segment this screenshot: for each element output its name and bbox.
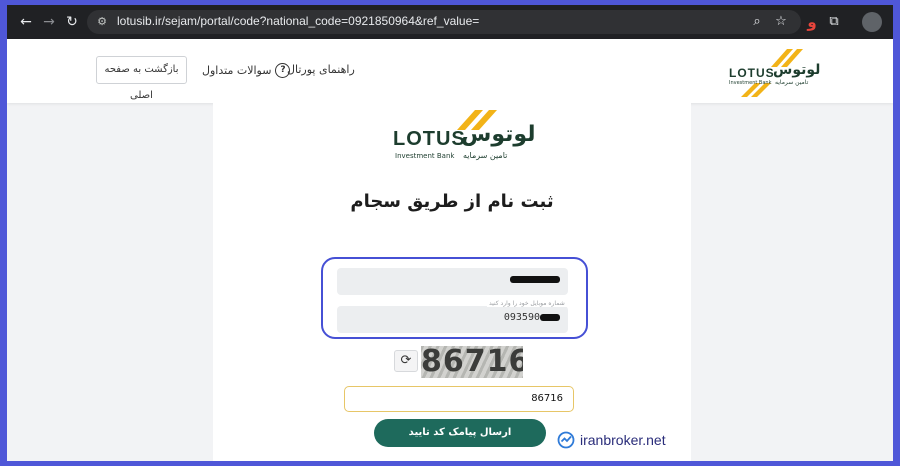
send-sms-button[interactable]: ارسال پیامک کد تایید: [374, 419, 546, 447]
back-arrow-icon[interactable]: ←: [17, 13, 35, 31]
registration-card: LOTUS لوتوس Investment Bank تامین سرمایه…: [213, 103, 691, 461]
site-settings-icon[interactable]: ⚙: [95, 15, 109, 29]
trend-check-icon: [557, 431, 575, 449]
mobile-value: 093590: [504, 312, 560, 323]
watermark-text: iranbroker.net: [580, 432, 666, 448]
profile-icon[interactable]: [862, 12, 882, 32]
faq-link[interactable]: سوالات متداول ?: [202, 61, 291, 79]
card-logo: LOTUS لوتوس Investment Bank تامین سرمایه: [393, 108, 535, 166]
captcha-input[interactable]: 86716: [344, 386, 574, 412]
logo-sub-fa: تامین سرمایه: [775, 79, 809, 86]
logo-farsi: لوتوس: [773, 62, 821, 78]
masked-value: [540, 313, 560, 321]
national-code-field[interactable]: [337, 268, 568, 295]
portal-guide-link[interactable]: راهنمای پورتال: [287, 63, 355, 76]
url-text[interactable]: lotusib.ir/sejam/portal/code?national_co…: [117, 14, 479, 28]
screenshot-frame: ← → ↻ ⚙ lotusib.ir/sejam/portal/code?nat…: [7, 5, 893, 461]
header-logo[interactable]: LOTUS لوتوس Investment Bank تامین سرمایه: [729, 45, 820, 97]
mobile-placeholder: شماره موبایل خود را وارد کنید: [487, 300, 567, 307]
puzzle-icon[interactable]: ⧉: [825, 13, 843, 31]
star-icon[interactable]: ☆: [773, 14, 789, 30]
logo-sub-fa: تامین سرمایه: [463, 151, 508, 160]
logo-latin: LOTUS: [729, 66, 775, 80]
page-title: ثبت نام از طریق سجام: [350, 191, 554, 212]
watermark: iranbroker.net: [557, 429, 666, 451]
captcha-image: 86716: [421, 346, 523, 378]
back-to-home-button[interactable]: بازگشت به صفحه اصلی: [96, 56, 187, 101]
address-bar[interactable]: ⚙ lotusib.ir/sejam/portal/code?national_…: [87, 10, 801, 34]
site-header: بازگشت به صفحه اصلی سوالات متداول ? راهن…: [7, 39, 893, 103]
captcha-refresh-icon[interactable]: ⟳: [394, 350, 418, 372]
logo-farsi: لوتوس: [461, 122, 536, 147]
logo-latin: LOTUS: [393, 128, 466, 150]
browser-toolbar: ← → ↻ ⚙ lotusib.ir/sejam/portal/code?nat…: [7, 5, 893, 39]
national-code-value: [510, 274, 560, 285]
reload-icon[interactable]: ↻: [63, 13, 81, 31]
mobile-field[interactable]: 093590: [337, 306, 568, 333]
logo-sub-en: Investment Bank: [395, 152, 455, 160]
captcha-text: 86716: [421, 346, 523, 378]
logo-sub-en: Investment Bank: [729, 80, 772, 86]
masked-value: [510, 275, 560, 283]
captcha-input-value: 86716: [531, 393, 563, 404]
forward-arrow-icon[interactable]: →: [40, 13, 58, 31]
zoom-icon[interactable]: ⌕: [749, 14, 765, 30]
extension-icon[interactable]: ﻭ: [803, 13, 821, 31]
faq-label: سوالات متداول: [202, 63, 272, 77]
